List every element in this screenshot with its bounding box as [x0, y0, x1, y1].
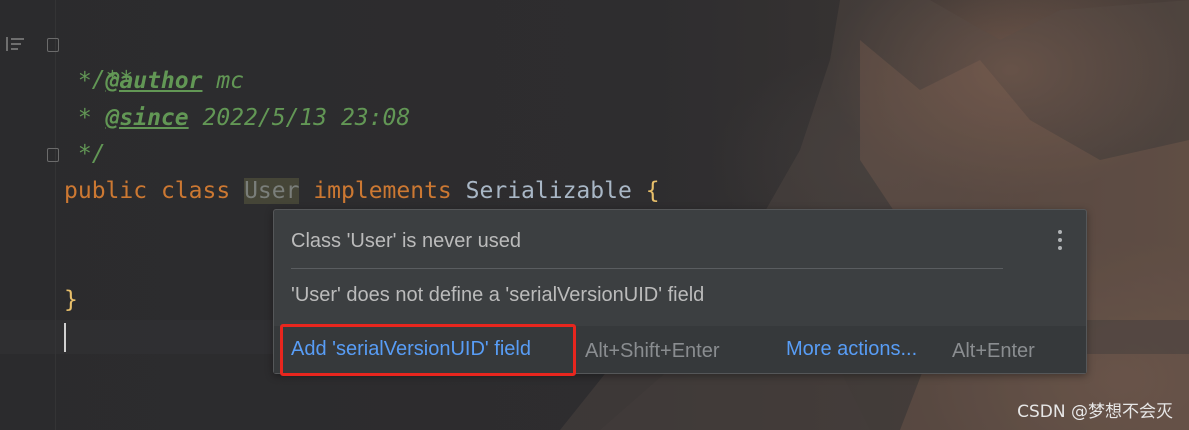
interface-name[interactable]: Serializable	[466, 178, 632, 204]
more-options-icon[interactable]	[1057, 230, 1063, 252]
more-actions-shortcut-hint: Alt+Enter	[952, 340, 1035, 362]
code-line-5: public class User implements Serializabl…	[64, 173, 660, 209]
code-line-2: * @author mc	[64, 63, 244, 99]
code-line-1: /**	[64, 26, 134, 93]
warning-serialversionuid: 'User' does not define a 'serialVersionU…	[291, 284, 705, 306]
watermark: CSDN @梦想不会灭	[1017, 402, 1173, 422]
keyword-public: public	[64, 178, 148, 204]
doc-render-toggle-icon[interactable]	[6, 36, 26, 52]
fold-close-icon[interactable]	[47, 148, 59, 162]
keyword-class: class	[160, 178, 231, 204]
warning-unused-class: Class 'User' is never used	[291, 230, 521, 252]
keyword-implements: implements	[313, 178, 452, 204]
doc-comment-close: */	[64, 141, 106, 167]
close-brace: }	[64, 287, 78, 313]
code-line-3: * @since 2022/5/13 23:08	[64, 100, 410, 136]
more-actions-link[interactable]: More actions...	[786, 338, 917, 361]
popup-divider	[291, 268, 1003, 269]
open-brace: {	[645, 178, 660, 204]
primary-shortcut-hint: Alt+Shift+Enter	[585, 340, 720, 362]
since-tag: @since	[105, 105, 189, 131]
gutter-divider	[55, 0, 56, 430]
code-line-8: }	[64, 282, 78, 318]
doc-comment-prefix: *	[64, 105, 106, 131]
fold-open-icon[interactable]	[47, 38, 59, 52]
class-name-unused[interactable]: User	[244, 178, 300, 204]
text-caret	[64, 323, 66, 352]
since-value: 2022/5/13 23:08	[188, 105, 411, 131]
author-value: mc	[202, 68, 245, 94]
editor-gutter	[0, 0, 56, 430]
code-line-4: */	[64, 136, 106, 172]
doc-comment-prefix: *	[64, 68, 106, 94]
annotation-highlight-box	[280, 324, 576, 376]
author-tag: @author	[105, 68, 203, 94]
